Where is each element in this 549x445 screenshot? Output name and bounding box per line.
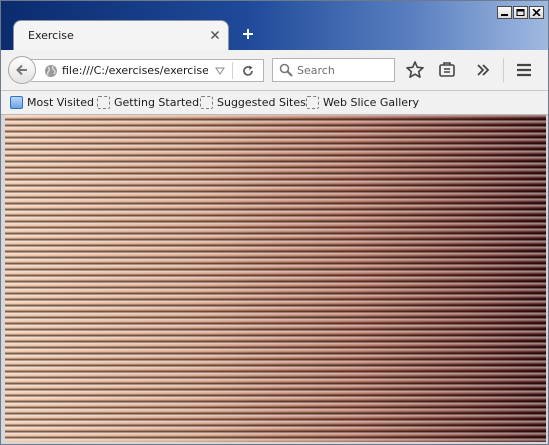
maximize-button[interactable] <box>513 6 528 19</box>
page-content-striped-gradient <box>5 115 546 442</box>
bookmark-most-visited[interactable]: Most Visited <box>10 94 94 110</box>
navigation-toolbar: file:///C:/exercises/exercise1.html <box>1 50 548 91</box>
window-controls <box>497 6 544 19</box>
reload-icon[interactable] <box>241 64 255 78</box>
most-visited-icon <box>10 95 23 109</box>
maximize-icon <box>516 9 525 16</box>
bookmark-placeholder-icon <box>200 95 213 109</box>
close-window-button[interactable] <box>529 6 544 19</box>
overflow-chevron-icon[interactable] <box>473 60 493 80</box>
bookmark-web-slice-gallery[interactable]: Web Slice Gallery <box>306 94 419 110</box>
history-dropdown-icon[interactable] <box>215 67 225 75</box>
minimize-icon <box>501 14 508 16</box>
bookmark-star-icon[interactable] <box>405 60 425 80</box>
url-text[interactable]: file:///C:/exercises/exercise1.html <box>62 64 208 77</box>
toolbar-separator <box>503 58 504 82</box>
url-separator <box>232 62 233 79</box>
tab-close-icon[interactable] <box>210 30 220 40</box>
bookmarks-toolbar: Most Visited Getting Started Suggested S… <box>1 91 548 115</box>
bookmark-placeholder-icon <box>97 95 110 109</box>
tab-exercise[interactable]: Exercise <box>13 20 229 51</box>
bookmark-getting-started[interactable]: Getting Started <box>97 94 199 110</box>
bookmarks-menu-icon[interactable] <box>437 60 457 80</box>
search-bar[interactable] <box>272 58 395 82</box>
bookmark-placeholder-icon <box>306 95 319 109</box>
bookmark-suggested-sites[interactable]: Suggested Sites <box>200 94 306 110</box>
minimize-button[interactable] <box>497 6 512 19</box>
bookmark-label: Getting Started <box>114 95 200 109</box>
tab-title: Exercise <box>28 29 74 42</box>
title-bar[interactable]: Exercise <box>1 1 548 51</box>
back-button[interactable] <box>8 56 36 84</box>
bookmark-label: Web Slice Gallery <box>323 95 420 109</box>
new-tab-icon[interactable] <box>242 28 254 40</box>
bookmark-label: Most Visited <box>27 95 94 109</box>
close-icon <box>532 9 541 16</box>
url-bar[interactable]: file:///C:/exercises/exercise1.html <box>31 59 264 82</box>
menu-hamburger-icon[interactable] <box>514 60 534 80</box>
globe-icon <box>45 65 57 77</box>
search-icon <box>279 63 293 77</box>
back-arrow-icon <box>16 64 27 76</box>
search-input[interactable] <box>297 61 389 79</box>
browser-window: Exercise file:///C:/exercises/exercise1.… <box>0 0 549 445</box>
bookmark-label: Suggested Sites <box>217 95 306 109</box>
